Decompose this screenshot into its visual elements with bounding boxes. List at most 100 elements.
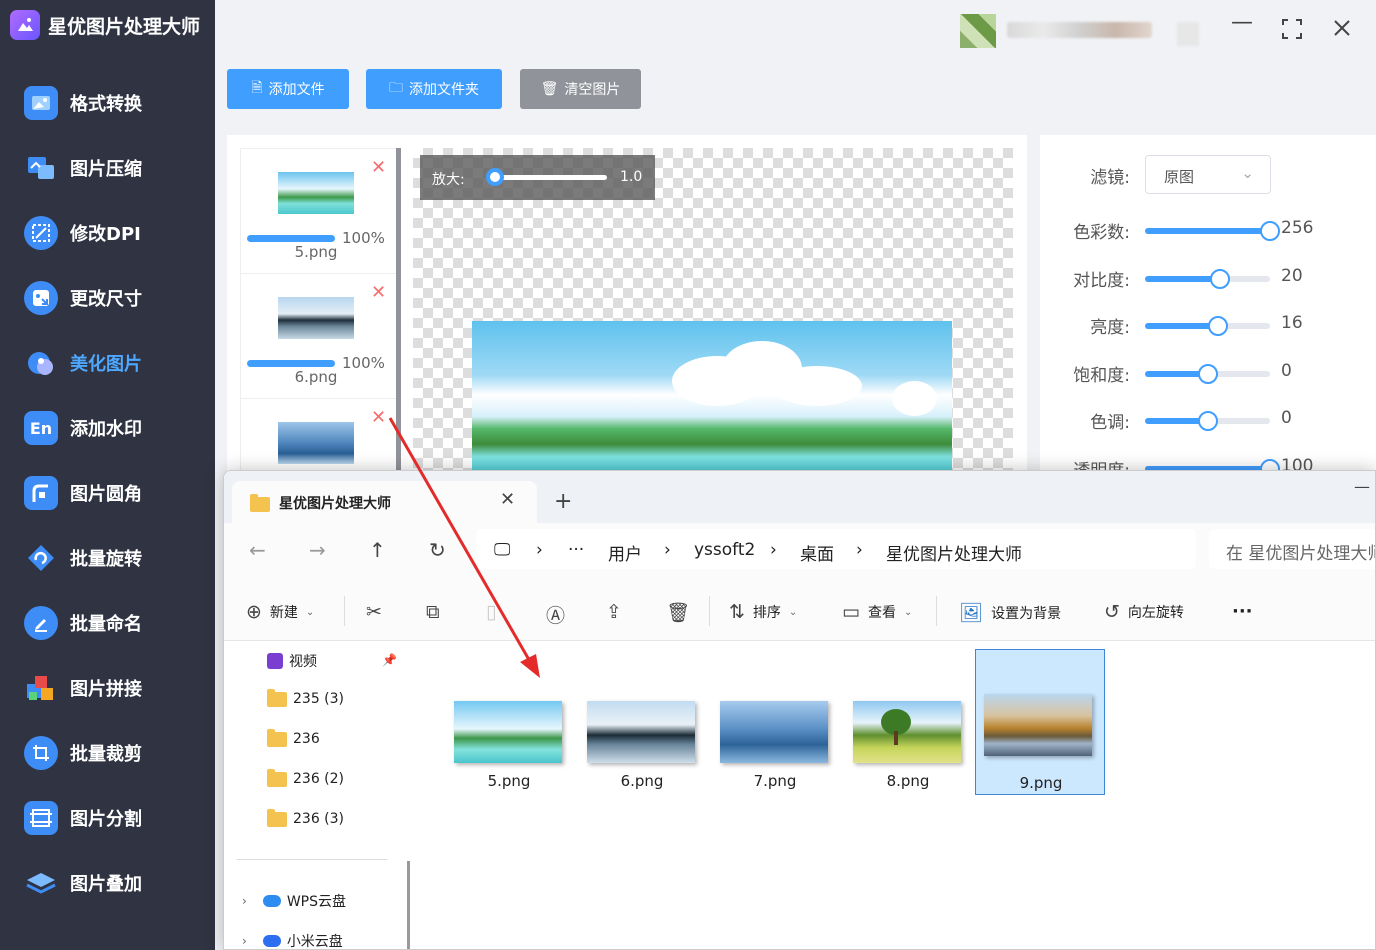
sidebar-item-watermark[interactable]: En 添加水印 xyxy=(24,411,142,445)
remove-icon[interactable]: ✕ xyxy=(371,407,386,428)
resize-icon xyxy=(24,281,58,315)
filter-select[interactable]: 原图 ⌄ xyxy=(1145,155,1271,194)
file-item-selected[interactable]: 9.png xyxy=(975,649,1105,795)
sidebar-item-rounded-corner[interactable]: 图片圆角 xyxy=(24,476,142,510)
search-input[interactable]: 在 星优图片处理大师 xyxy=(1209,529,1375,569)
adjust-slider[interactable] xyxy=(1145,411,1270,431)
maximize-icon[interactable] xyxy=(1277,18,1307,46)
rename-button[interactable]: Ⓐ xyxy=(546,601,565,628)
nav-scrollbar[interactable] xyxy=(407,861,410,949)
adjust-slider[interactable] xyxy=(1145,268,1270,289)
sort-button[interactable]: ⇅ 排序 ⌄ xyxy=(729,601,797,623)
explorer-tab[interactable]: 星优图片处理大师 ✕ xyxy=(232,481,537,523)
delete-button[interactable]: 🗑 xyxy=(666,601,690,624)
thumbnail-image xyxy=(278,172,354,214)
sidebar-item-rotate[interactable]: 批量旋转 xyxy=(24,541,142,575)
add-folder-button[interactable]: 🗀 添加文件夹 xyxy=(366,69,502,109)
sidebar-item-beautify[interactable]: 美化图片 xyxy=(24,346,142,380)
adjust-slider-handle[interactable] xyxy=(1197,411,1218,431)
rounded-corner-icon xyxy=(24,476,58,510)
file-item[interactable]: 7.png xyxy=(710,649,840,795)
file-thumbnail xyxy=(720,701,828,763)
sidebar-item-stitch[interactable]: 图片拼接 xyxy=(24,671,142,705)
sidebar-item-split[interactable]: 图片分割 xyxy=(24,801,142,835)
rotate-left-button[interactable]: ↺ 向左旋转 xyxy=(1104,601,1184,623)
navigation-pane: 视频 📌 235 (3) 236 236 (2) 236 (3) › WPS云盘 … xyxy=(224,641,410,949)
breadcrumb[interactable]: 🖵 › ··· 用户 › yssoft2 › 桌面 › 星优图片处理大师 xyxy=(476,529,1196,569)
forward-icon[interactable]: → xyxy=(309,538,326,562)
list-item[interactable]: ✕ 100% 5.png xyxy=(241,149,396,274)
breadcrumb-item[interactable]: yssoft2 xyxy=(694,540,755,560)
close-window-icon[interactable] xyxy=(1327,18,1357,44)
adjust-slider[interactable] xyxy=(1145,221,1280,241)
adjust-row: 色调: 0 xyxy=(1040,405,1376,435)
avatar[interactable] xyxy=(960,14,996,48)
adjust-value: 20 xyxy=(1281,265,1303,286)
pin-icon[interactable]: 📌 xyxy=(382,653,397,667)
share-icon: ⇪ xyxy=(606,601,622,623)
nav-item-folder[interactable]: 235 (3) xyxy=(267,688,344,707)
sidebar-item-rename[interactable]: 批量命名 xyxy=(24,606,142,640)
new-tab-icon[interactable]: + xyxy=(554,489,572,514)
breadcrumb-item[interactable]: 星优图片处理大师 xyxy=(886,540,1022,565)
close-tab-icon[interactable]: ✕ xyxy=(500,489,515,510)
nav-item-folder[interactable]: 236 (2) xyxy=(267,768,344,787)
file-explorer-window: 星优图片处理大师 ✕ + — ← → ↑ ↻ 🖵 › ··· 用户 › ysso… xyxy=(223,470,1376,950)
copy-button[interactable]: ⧉ xyxy=(426,601,440,623)
zoom-slider-handle[interactable] xyxy=(486,168,504,186)
more-options-button[interactable]: ··· xyxy=(1232,601,1253,622)
nav-item-folder[interactable]: 236 xyxy=(267,728,320,747)
sidebar-item-dpi[interactable]: 修改DPI xyxy=(24,216,141,250)
view-button[interactable]: ▭ 查看 ⌄ xyxy=(842,601,912,623)
sidebar-item-compress[interactable]: 图片压缩 xyxy=(24,151,142,185)
breadcrumb-item[interactable]: 用户 xyxy=(608,540,642,565)
nav-item-xiaomi-cloud[interactable]: › 小米云盘 xyxy=(242,931,343,949)
remove-icon[interactable]: ✕ xyxy=(371,282,386,303)
minimize-icon[interactable]: — xyxy=(1227,10,1257,35)
minimize-icon[interactable]: — xyxy=(1354,477,1370,496)
up-icon[interactable]: ↑ xyxy=(369,538,386,562)
file-name: 9.png xyxy=(1019,774,1063,792)
adjust-slider[interactable] xyxy=(1145,316,1270,336)
split-icon xyxy=(24,801,58,835)
list-scrollbar[interactable] xyxy=(396,148,401,478)
list-item[interactable]: ✕ 100% 6.png xyxy=(241,274,396,399)
cut-button[interactable]: ✂ xyxy=(366,601,382,623)
add-file-button[interactable]: 🗎 添加文件 xyxy=(227,69,349,109)
clear-images-button[interactable]: 🗑 清空图片 xyxy=(520,69,641,109)
computer-icon: 🖵 xyxy=(494,540,511,560)
refresh-icon[interactable]: ↻ xyxy=(429,538,446,562)
zoom-slider[interactable] xyxy=(492,175,607,180)
share-button[interactable]: ⇪ xyxy=(606,601,622,623)
sidebar-item-resize[interactable]: 更改尺寸 xyxy=(24,281,142,315)
remove-icon[interactable]: ✕ xyxy=(371,157,386,178)
adjust-slider-handle[interactable] xyxy=(1197,363,1218,384)
file-item[interactable]: 6.png xyxy=(577,649,707,795)
breadcrumb-more[interactable]: ··· xyxy=(568,540,584,560)
adjust-slider-handle[interactable] xyxy=(1210,268,1230,289)
file-item[interactable]: 5.png xyxy=(444,649,574,795)
nav-item-wps-cloud[interactable]: › WPS云盘 xyxy=(242,891,346,911)
sidebar-item-crop[interactable]: 批量裁剪 xyxy=(24,736,142,770)
sidebar-item-label: 图片分割 xyxy=(70,809,142,830)
adjust-value: 0 xyxy=(1281,408,1292,428)
set-background-button[interactable]: 🖼 设置为背景 xyxy=(959,601,1061,624)
chevron-down-icon: ⌄ xyxy=(1241,164,1254,182)
adjust-value: 0 xyxy=(1281,360,1292,381)
adjust-slider-handle[interactable] xyxy=(1260,221,1280,241)
breadcrumb-item[interactable]: 桌面 xyxy=(800,540,834,565)
nav-item-folder[interactable]: 236 (3) xyxy=(267,808,344,827)
video-folder-icon xyxy=(267,653,283,669)
blurred-badge xyxy=(1177,22,1199,46)
paste-button[interactable]: ▯ xyxy=(486,601,496,623)
sidebar-item-format-convert[interactable]: 格式转换 xyxy=(24,86,142,120)
sidebar-item-overlay[interactable]: 图片叠加 xyxy=(24,866,142,900)
blurred-username xyxy=(1007,22,1152,38)
adjust-slider[interactable] xyxy=(1145,363,1270,384)
new-button[interactable]: ⊕ 新建 ⌄ xyxy=(246,601,314,623)
adjust-slider-handle[interactable] xyxy=(1207,316,1228,336)
nav-item-videos[interactable]: 视频 xyxy=(267,651,317,671)
file-item[interactable]: 8.png xyxy=(843,649,973,795)
back-icon[interactable]: ← xyxy=(249,538,266,562)
list-item[interactable]: ✕ xyxy=(241,399,396,477)
